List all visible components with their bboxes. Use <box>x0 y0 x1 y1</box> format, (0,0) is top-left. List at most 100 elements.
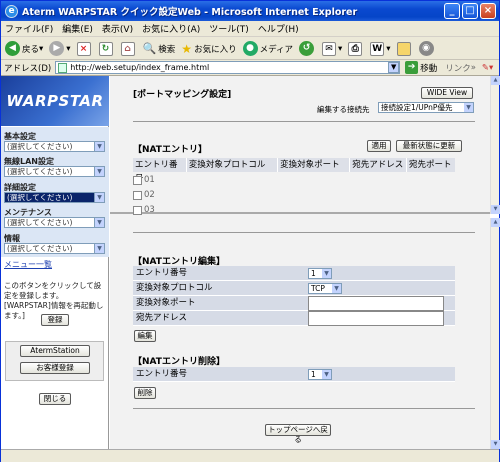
close-button[interactable]: × <box>480 3 496 19</box>
row-checkbox[interactable] <box>133 205 142 215</box>
col-port: 変換対象ポート <box>278 158 351 172</box>
row-checkbox[interactable] <box>133 175 142 185</box>
nat-table-header: エントリ番号 変換対象プロトコル 変換対象ポート 宛先アドレス 宛先ポート <box>133 158 455 184</box>
menu-help[interactable]: ヘルプ(H) <box>258 22 299 35</box>
apply-button[interactable]: 適用 <box>367 140 391 152</box>
sidebar-menu: 基本設定 (選択してください) ▼ 無線LAN設定 (選択してください) ▼ 詳細設… <box>1 127 109 257</box>
table-row[interactable]: 01 <box>133 175 155 185</box>
chevron-down-icon: ▼ <box>94 167 104 176</box>
nat-entry-title: 【NATエントリ】 <box>133 145 207 155</box>
folder-button[interactable] <box>396 41 413 56</box>
history-button[interactable]: ↺ <box>298 41 316 56</box>
toolbar: ◀ 戻る ▾ ▶ ▾ × ↻ ⌂ 🔍 検索 ★ お気に入り ● メディア ↺ ✉ ▾ ⎙ … <box>1 38 499 60</box>
edit-icon: W <box>370 41 385 56</box>
menu-file[interactable]: ファイル(F) <box>5 22 53 35</box>
delete-entry-number-select[interactable]: 1 ▼ <box>308 369 332 380</box>
wide-view-button[interactable]: WIDE View <box>421 87 473 99</box>
group-info-select[interactable]: (選択してください) ▼ <box>4 243 105 254</box>
scroll-up-icon[interactable]: ▲ <box>491 76 500 85</box>
col-dest-port: 宛先ポート <box>408 160 452 170</box>
go-button[interactable]: ➔ 移動 <box>405 61 437 74</box>
edit-dest-address-input[interactable] <box>308 311 444 326</box>
maximize-button[interactable]: □ <box>462 3 478 19</box>
home-button[interactable]: ⌂ <box>120 41 137 56</box>
edit-page-button[interactable]: W ▾ <box>370 41 391 56</box>
mail-icon: ✉ <box>321 41 336 56</box>
table-row[interactable]: 02 <box>133 190 155 200</box>
search-icon: 🔍 <box>142 42 157 55</box>
back-button[interactable]: ◀ 戻る ▾ <box>5 41 43 56</box>
edit-entry-number-row: エントリ番号 <box>133 266 455 281</box>
history-icon: ↺ <box>298 41 314 56</box>
chevron-down-icon: ▼ <box>322 269 331 278</box>
delete-entry-number-row: エントリ番号 <box>133 367 455 382</box>
go-arrow-icon: ➔ <box>405 61 419 74</box>
group-maintenance-select[interactable]: (選択してください) ▼ <box>4 217 105 228</box>
group-wlan-select[interactable]: (選択してください) ▼ <box>4 166 105 177</box>
refresh-status-button[interactable]: 最新状態に更新 <box>396 140 462 152</box>
address-bar: アドレス(D) http://web.setup/index_frame.htm… <box>1 60 499 76</box>
register-button[interactable]: 登録 <box>41 314 69 326</box>
row-checkbox[interactable] <box>133 190 142 200</box>
forward-button[interactable]: ▶ ▾ <box>49 41 71 56</box>
search-button[interactable]: 🔍 検索 <box>143 42 176 55</box>
edit-entry-number-select[interactable]: 1 ▼ <box>308 268 332 279</box>
customer-registration-button[interactable]: お客様登録 <box>20 362 90 374</box>
delete-button[interactable]: 削除 <box>134 387 156 399</box>
connection-select[interactable]: 接続設定1/UPnP優先 ▼ <box>378 102 474 113</box>
scroll-up-icon[interactable]: ▲ <box>491 218 500 227</box>
chevron-down-icon: ▼ <box>94 218 104 227</box>
atermstation-button[interactable]: AtermStation <box>20 345 90 357</box>
media-button[interactable]: ● メディア <box>242 41 293 56</box>
top-page-button[interactable]: トップページへ戻る <box>265 424 331 444</box>
minimize-button[interactable]: _ <box>444 3 460 19</box>
home-icon: ⌂ <box>120 41 135 56</box>
extra-icon[interactable]: ✎▾ <box>482 63 493 73</box>
address-label: アドレス(D) <box>4 63 52 74</box>
menu-tools[interactable]: ツール(T) <box>209 22 249 35</box>
print-button[interactable]: ⎙ <box>348 41 364 56</box>
chevron-down-icon: ▼ <box>464 103 473 112</box>
scroll-down-icon[interactable]: ▼ <box>491 440 500 449</box>
bottom-frame: 【NATエントリ編集】 エントリ番号 1 ▼ 変換対象プロトコル TCP ▼ 変換対… <box>110 218 490 449</box>
edit-button[interactable]: 編集 <box>134 330 156 342</box>
edit-protocol-row: 変換対象プロトコル <box>133 281 455 296</box>
address-dropdown-icon[interactable]: ▼ <box>388 62 400 73</box>
messenger-button[interactable]: ◉ <box>418 41 436 56</box>
page-title: [ポートマッピング設定] <box>133 90 232 100</box>
star-icon: ★ <box>181 41 193 56</box>
refresh-button[interactable]: ↻ <box>98 41 115 56</box>
address-input[interactable]: http://web.setup/index_frame.html ▼ <box>55 61 401 74</box>
close-page-button[interactable]: 閉じる <box>39 393 71 405</box>
chevron-down-icon: ▼ <box>322 370 331 379</box>
bottom-frame-scrollbar[interactable]: ▲ ▼ <box>490 218 500 449</box>
stop-icon: × <box>76 41 91 56</box>
edit-port-input[interactable] <box>308 296 444 311</box>
top-frame-scrollbar[interactable]: ▲ ▼ <box>490 76 500 214</box>
group-advanced-select[interactable]: (選択してください) ▼ <box>4 192 105 203</box>
menu-list-link[interactable]: メニュー一覧 <box>4 259 52 270</box>
stop-button[interactable]: × <box>76 41 93 56</box>
page-icon <box>58 62 68 73</box>
divider <box>133 232 475 233</box>
menu-favorites[interactable]: お気に入り(A) <box>142 22 200 35</box>
table-row[interactable]: 03 <box>133 205 155 215</box>
favorites-button[interactable]: ★ お気に入り <box>181 42 236 56</box>
chevron-down-icon: ▼ <box>94 244 104 253</box>
title-bar: e Aterm WARPSTAR クイック設定Web - Microsoft I… <box>1 1 499 21</box>
mail-button[interactable]: ✉ ▾ <box>321 41 342 56</box>
group-basic-select[interactable]: (選択してください) ▼ <box>4 141 105 152</box>
sidebar-links-box: AtermStation お客様登録 <box>5 341 104 381</box>
media-icon: ● <box>242 41 258 56</box>
warpstar-logo: WARPSTAR <box>1 76 109 126</box>
scroll-down-icon[interactable]: ▼ <box>491 205 500 214</box>
edit-protocol-select[interactable]: TCP ▼ <box>308 283 342 294</box>
forward-arrow-icon: ▶ <box>49 41 65 56</box>
col-entry-number: エントリ番号 <box>133 158 187 184</box>
chevron-down-icon: ▼ <box>94 142 104 151</box>
menu-bar: ファイル(F) 編集(E) 表示(V) お気に入り(A) ツール(T) ヘルプ(… <box>1 21 499 37</box>
print-icon: ⎙ <box>348 41 363 56</box>
menu-view[interactable]: 表示(V) <box>102 22 133 35</box>
menu-edit[interactable]: 編集(E) <box>62 22 93 35</box>
links-label[interactable]: リンク <box>445 62 471 74</box>
